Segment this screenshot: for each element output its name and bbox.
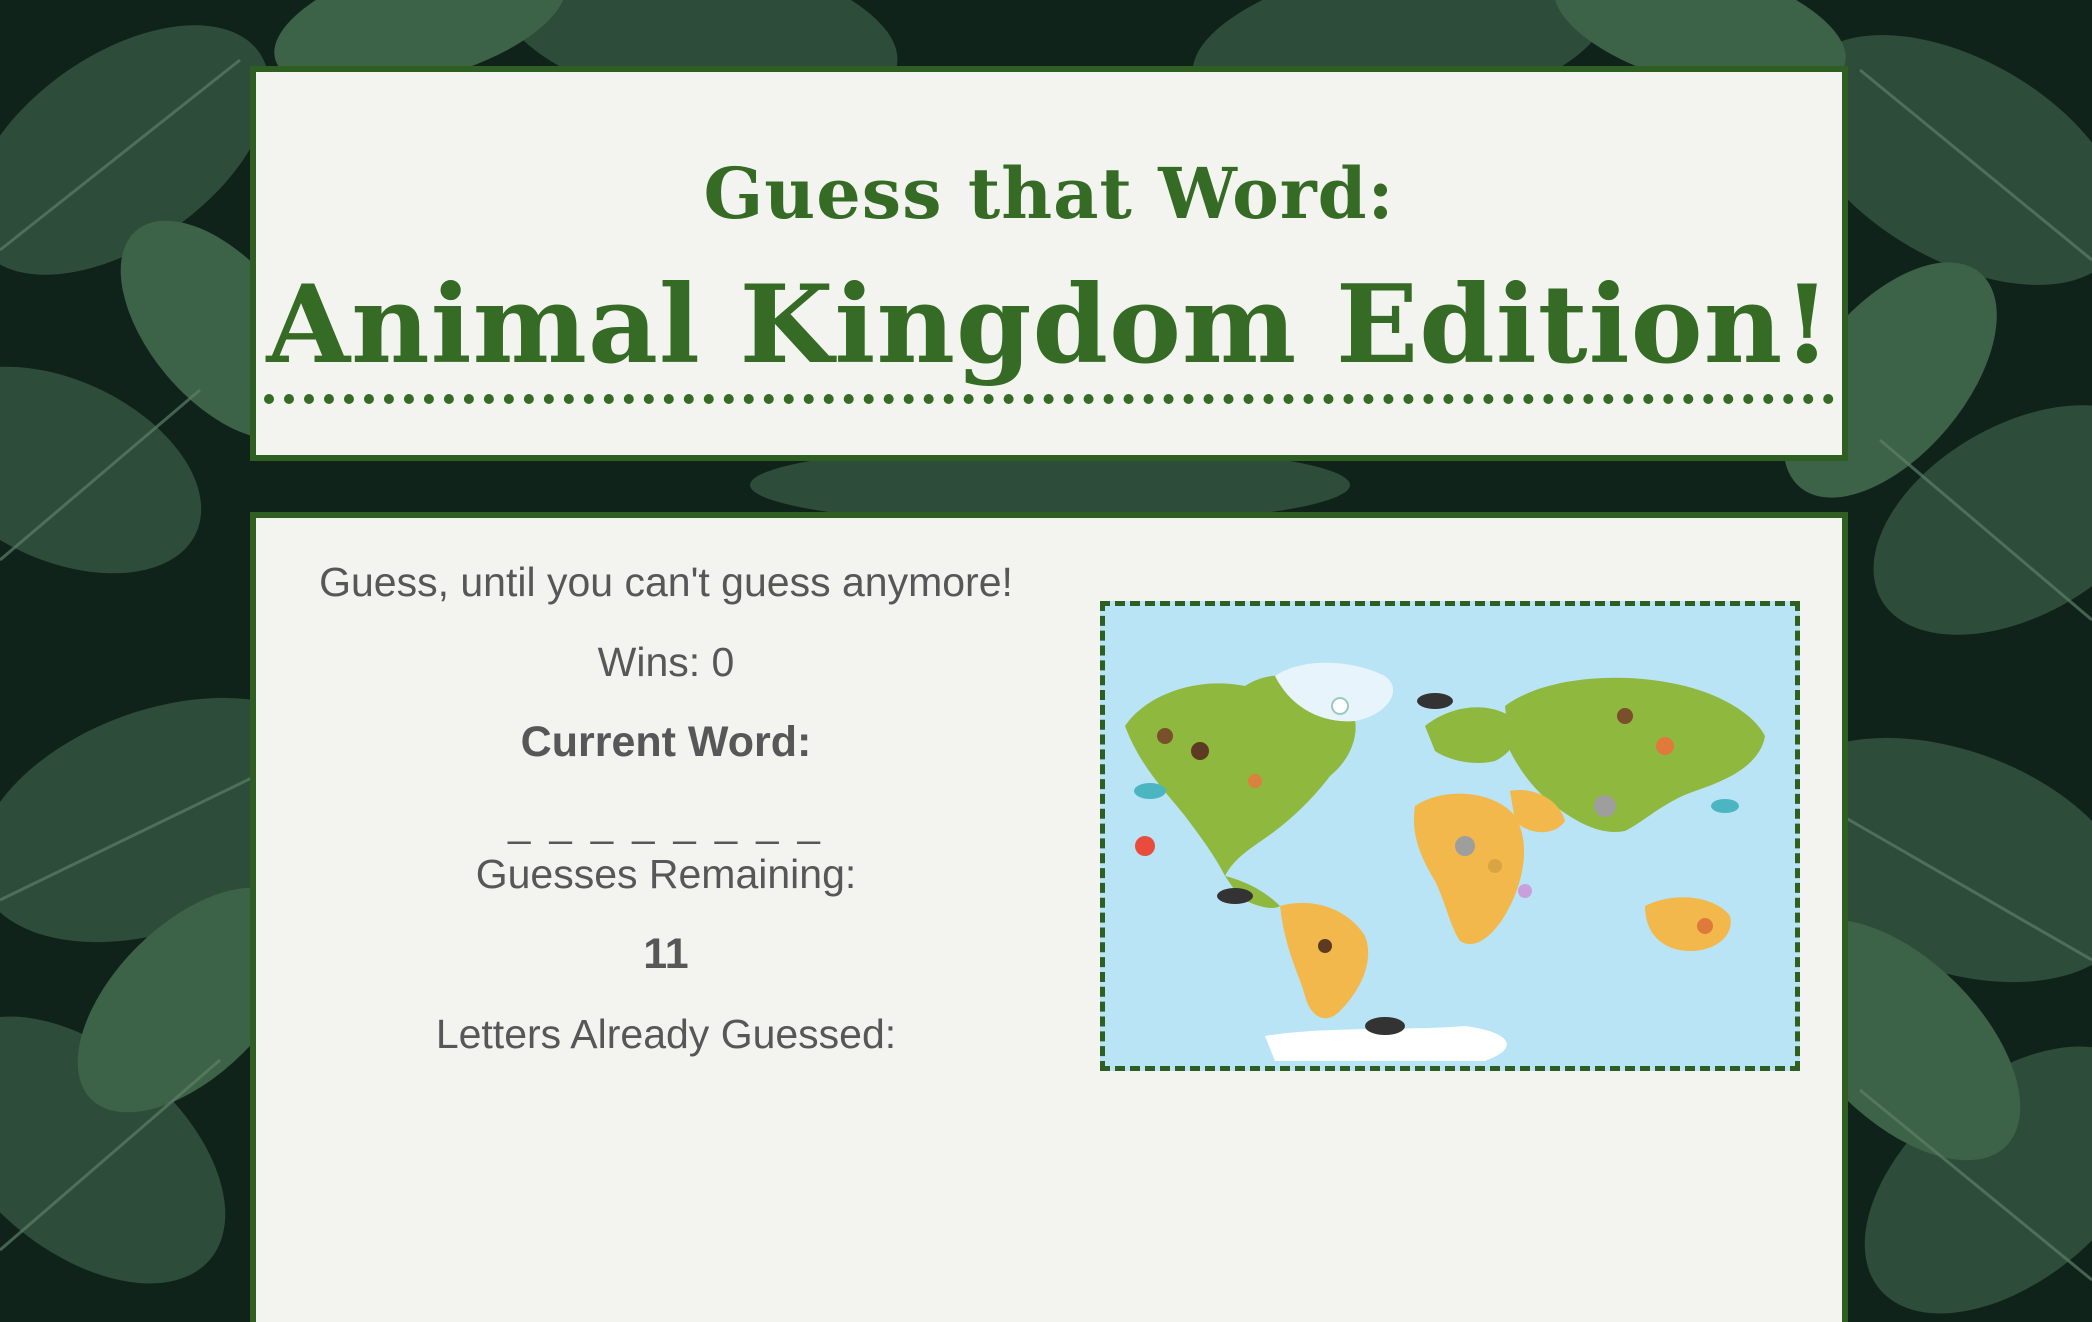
current-word-blanks: _ _ _ _ _ _ _ _ bbox=[508, 801, 824, 845]
header-subtitle: Guess that Word: bbox=[703, 152, 1395, 235]
game-panel: Guess, until you can't guess anymore! Wi… bbox=[250, 512, 1848, 1322]
world-animal-map-image bbox=[1100, 601, 1800, 1071]
guesses-remaining-label: Guesses Remaining: bbox=[475, 851, 857, 897]
current-word-label: Current Word: bbox=[520, 718, 812, 766]
game-info: Guess, until you can't guess anymore! Wi… bbox=[276, 556, 1056, 1060]
wins-label: Wins: bbox=[597, 639, 701, 685]
header-panel: Guess that Word: Animal Kingdom Edition! bbox=[250, 66, 1848, 461]
instructions-text: Guess, until you can't guess anymore! bbox=[319, 559, 1013, 605]
guesses-remaining-value: 11 bbox=[643, 930, 689, 978]
wins-value: 0 bbox=[711, 639, 735, 685]
page-title-wrapper: Animal Kingdom Edition! bbox=[256, 262, 1842, 404]
page-title: Animal Kingdom Edition! bbox=[264, 262, 1834, 404]
wins-row: Wins: 0 bbox=[276, 636, 1056, 688]
letters-guessed-label: Letters Already Guessed: bbox=[435, 1011, 897, 1057]
world-map-icon bbox=[1105, 606, 1795, 1066]
